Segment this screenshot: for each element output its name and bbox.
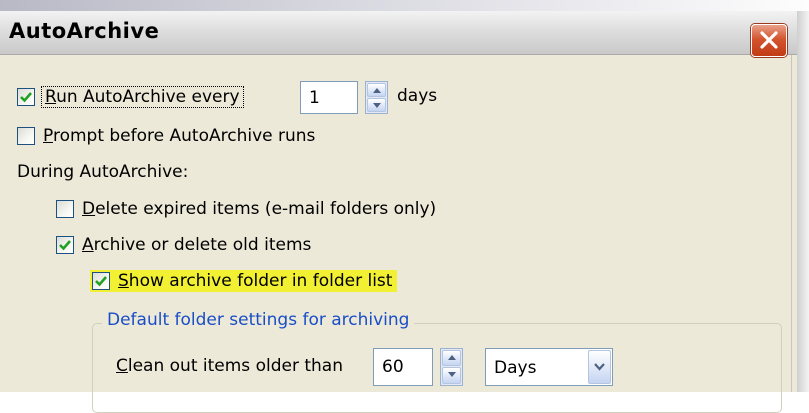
- down-arrow-icon: [448, 372, 456, 377]
- check-icon: [20, 92, 32, 103]
- delete-expired-label: Delete expired items (e-mail folders onl…: [82, 199, 437, 219]
- run-every-days-value: 1: [309, 87, 320, 108]
- run-every-label: Run AutoArchive every: [41, 86, 244, 108]
- clean-out-value: 60: [382, 357, 404, 377]
- chevron-down-icon: [594, 363, 605, 371]
- clean-out-unit-select[interactable]: Days: [485, 348, 613, 386]
- clean-out-label: Clean out items older than: [116, 356, 343, 376]
- archive-old-label: Archive or delete old items: [82, 235, 312, 255]
- divider: [791, 55, 792, 392]
- run-every-row: Run AutoArchive every: [17, 86, 244, 108]
- run-every-spinner[interactable]: [365, 81, 388, 114]
- dialog-title: AutoArchive: [9, 19, 160, 43]
- prompt-before-checkbox[interactable]: [17, 127, 35, 145]
- dropdown-button[interactable]: [588, 350, 611, 384]
- down-arrow-icon: [373, 103, 381, 108]
- show-folder-checkbox[interactable]: [92, 272, 110, 290]
- run-every-checkbox[interactable]: [17, 88, 35, 106]
- clean-out-unit-value: Days: [494, 358, 537, 378]
- window-edge: [797, 11, 809, 392]
- run-every-label-text: un AutoArchive every: [56, 87, 240, 107]
- title-bar: AutoArchive: [0, 11, 797, 57]
- show-folder-row[interactable]: Show archive folder in folder list: [90, 270, 398, 292]
- spin-up-button[interactable]: [367, 83, 386, 97]
- delete-expired-checkbox[interactable]: [56, 200, 74, 218]
- autoarchive-dialog: AutoArchive Run AutoArchive every 1 days…: [0, 0, 809, 413]
- up-arrow-icon: [373, 88, 381, 93]
- close-icon: [760, 31, 778, 49]
- check-icon: [95, 276, 107, 287]
- prompt-before-label: Prompt before AutoArchive runs: [43, 126, 316, 146]
- up-arrow-icon: [448, 355, 456, 360]
- top-gradient-strip: [0, 0, 809, 11]
- prompt-before-row[interactable]: Prompt before AutoArchive runs: [17, 126, 315, 146]
- group-legend: Default folder settings for archiving: [102, 310, 415, 330]
- during-label: During AutoArchive:: [17, 162, 189, 182]
- archive-old-checkbox[interactable]: [56, 236, 74, 254]
- spin-down-button[interactable]: [367, 98, 386, 112]
- show-folder-label: Show archive folder in folder list: [118, 271, 393, 291]
- clean-out-spinner[interactable]: [440, 348, 463, 386]
- archive-old-row[interactable]: Archive or delete old items: [56, 235, 311, 255]
- close-button[interactable]: [751, 24, 787, 57]
- run-every-days-input[interactable]: 1: [300, 81, 358, 114]
- spin-down-button[interactable]: [442, 367, 461, 384]
- delete-expired-row[interactable]: Delete expired items (e-mail folders onl…: [56, 199, 436, 219]
- check-icon: [59, 240, 71, 251]
- days-unit-label: days: [397, 86, 438, 106]
- spin-up-button[interactable]: [442, 350, 461, 366]
- clean-out-value-input[interactable]: 60: [373, 348, 433, 386]
